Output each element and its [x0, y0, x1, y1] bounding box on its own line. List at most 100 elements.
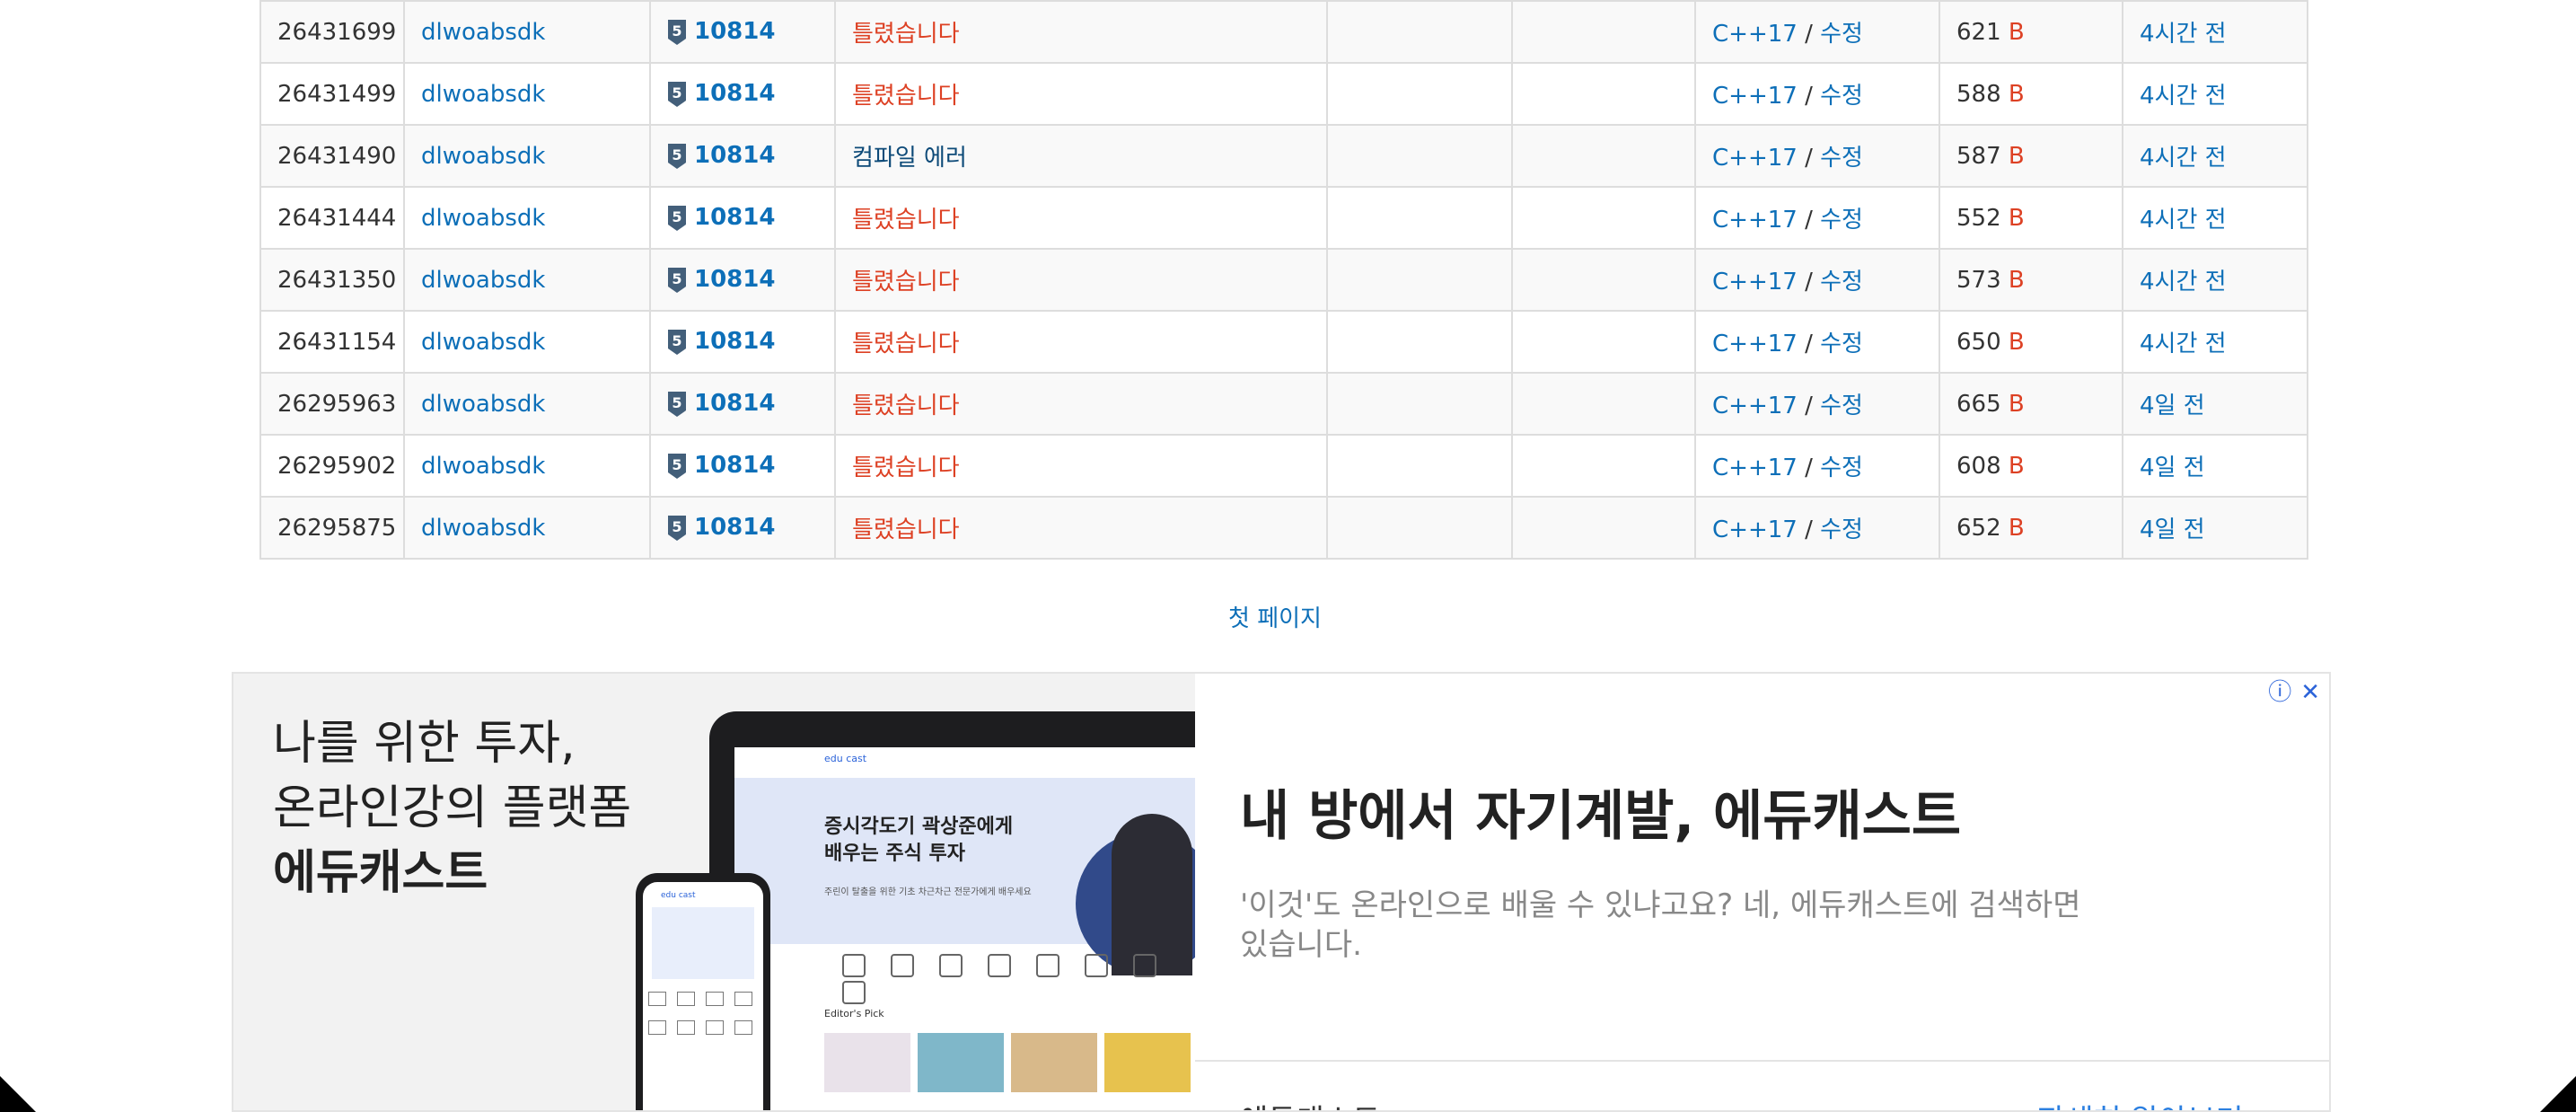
ad-title[interactable]: 내 방에서 자기계발, 에듀캐스트	[1240, 772, 1961, 851]
user-link[interactable]: dlwoabsdk	[421, 205, 545, 232]
submitted-time-link[interactable]: 4시간 전	[2140, 83, 2227, 110]
ad-image-headline: 나를 위한 투자, 온라인강의 플랫폼 에듀캐스트	[273, 711, 631, 905]
submission-id: 26295963	[259, 372, 405, 436]
tier-level: 5	[672, 518, 681, 535]
user-link[interactable]: dlwoabsdk	[421, 329, 545, 356]
user-link[interactable]: dlwoabsdk	[421, 515, 545, 542]
problem-link[interactable]: 10814	[694, 390, 775, 417]
window-corner	[0, 1076, 36, 1112]
laptop-mockup: edu cast 증시각도기 곽상준에게 배우는 주식 투자 주린이 탈출을 위…	[709, 711, 1195, 1110]
category-icon	[891, 954, 914, 977]
silver-tier-badge-icon: 5	[668, 205, 686, 231]
result-cell: 컴파일 에러	[834, 124, 1328, 188]
problem-cell: 5 10814	[649, 434, 836, 498]
user-link[interactable]: dlwoabsdk	[421, 81, 545, 108]
user-link[interactable]: dlwoabsdk	[421, 267, 545, 294]
language-link[interactable]: C++17	[1712, 331, 1798, 357]
ad-cta-link[interactable]: 자세히 알아보기 >	[2037, 1096, 2279, 1110]
phone-screen: edu cast	[643, 882, 763, 1110]
edit-link[interactable]: 수정	[1820, 331, 1863, 357]
table-row: 26431699 dlwoabsdk 5 10814 틀렸습니다 C++17 /…	[259, 0, 2308, 64]
user-link[interactable]: dlwoabsdk	[421, 453, 545, 480]
result-text: 틀렸습니다	[852, 331, 960, 357]
submitted-time-link[interactable]: 4시간 전	[2140, 21, 2227, 48]
category-icon	[734, 1020, 752, 1035]
language-link[interactable]: C++17	[1712, 83, 1798, 110]
course-card	[1104, 1033, 1191, 1092]
problem-link[interactable]: 10814	[694, 80, 775, 107]
tier-level: 5	[672, 394, 681, 411]
submission-rows: 26431699 dlwoabsdk 5 10814 틀렸습니다 C++17 /…	[259, 0, 2308, 560]
ad-banner[interactable]: 나를 위한 투자, 온라인강의 플랫폼 에듀캐스트 edu cast 증시각도기…	[232, 672, 2331, 1112]
table-row: 26295902 dlwoabsdk 5 10814 틀렸습니다 C++17 /…	[259, 434, 2308, 498]
submitted-time-link[interactable]: 4시간 전	[2140, 145, 2227, 172]
language-link[interactable]: C++17	[1712, 516, 1798, 543]
language-link[interactable]: C++17	[1712, 207, 1798, 234]
user-link[interactable]: dlwoabsdk	[421, 143, 545, 170]
problem-link[interactable]: 10814	[694, 452, 775, 479]
submitted-time-link[interactable]: 4시간 전	[2140, 269, 2227, 296]
separator: /	[1797, 393, 1821, 419]
edit-link[interactable]: 수정	[1820, 207, 1863, 234]
problem-cell: 5 10814	[649, 310, 836, 374]
time-cell	[1511, 248, 1696, 312]
hero-title-line: 배우는 주식 투자	[824, 843, 965, 865]
time-cell	[1511, 186, 1696, 250]
problem-link[interactable]: 10814	[694, 18, 775, 45]
problem-link[interactable]: 10814	[694, 266, 775, 293]
submission-id: 26431499	[259, 62, 405, 126]
info-icon[interactable]: ⓘ	[2268, 679, 2291, 706]
laptop-hero-sub: 주린이 탈출을 위한 기초 차근차근 전문가에게 배우세요	[824, 887, 1032, 897]
edit-link[interactable]: 수정	[1820, 21, 1863, 48]
ad-image-panel[interactable]: 나를 위한 투자, 온라인강의 플랫폼 에듀캐스트 edu cast 증시각도기…	[233, 674, 1195, 1110]
time-cell	[1511, 372, 1696, 436]
tier-level: 5	[672, 332, 681, 349]
problem-link[interactable]: 10814	[694, 142, 775, 169]
category-icon	[734, 992, 752, 1006]
user-cell: dlwoabsdk	[403, 186, 651, 250]
edit-link[interactable]: 수정	[1820, 269, 1863, 296]
problem-link[interactable]: 10814	[694, 328, 775, 355]
user-link[interactable]: dlwoabsdk	[421, 19, 545, 46]
table-row: 26295875 dlwoabsdk 5 10814 틀렸습니다 C++17 /…	[259, 496, 2308, 560]
category-icons	[842, 954, 1195, 1004]
ad-text-panel[interactable]: ⓘ ✕ 내 방에서 자기계발, 에듀캐스트 '이것'도 온라인으로 배울 수 있냐…	[1195, 674, 2329, 1110]
category-icon	[842, 954, 866, 977]
edit-link[interactable]: 수정	[1820, 455, 1863, 481]
edit-link[interactable]: 수정	[1820, 393, 1863, 419]
code-length: 652	[1956, 514, 2001, 542]
time-cell	[1511, 62, 1696, 126]
tier-level: 5	[672, 456, 681, 473]
problem-cell: 5 10814	[649, 372, 836, 436]
silver-tier-badge-icon: 5	[668, 267, 686, 293]
submitted-time-link[interactable]: 4시간 전	[2140, 207, 2227, 234]
tier-level: 5	[672, 270, 681, 287]
language-link[interactable]: C++17	[1712, 21, 1798, 48]
close-icon[interactable]: ✕	[2300, 679, 2320, 706]
edit-link[interactable]: 수정	[1820, 516, 1863, 543]
submitted-time-link[interactable]: 4일 전	[2140, 516, 2205, 543]
submitted-time-link[interactable]: 4시간 전	[2140, 331, 2227, 357]
language-link[interactable]: C++17	[1712, 455, 1798, 481]
first-page-link[interactable]: 첫 페이지	[1228, 605, 1322, 632]
submitted-time-link[interactable]: 4일 전	[2140, 393, 2205, 419]
submitted-cell: 4시간 전	[2122, 310, 2308, 374]
user-link[interactable]: dlwoabsdk	[421, 391, 545, 418]
problem-cell: 5 10814	[649, 248, 836, 312]
code-length-cell: 652 B	[1939, 496, 2123, 560]
language-link[interactable]: C++17	[1712, 393, 1798, 419]
problem-link[interactable]: 10814	[694, 514, 775, 541]
submitted-time-link[interactable]: 4일 전	[2140, 455, 2205, 481]
edit-link[interactable]: 수정	[1820, 83, 1863, 110]
language-link[interactable]: C++17	[1712, 145, 1798, 172]
separator: /	[1797, 331, 1821, 357]
editors-pick-cards	[824, 1033, 1195, 1096]
silver-tier-badge-icon: 5	[668, 143, 686, 169]
category-icon	[842, 981, 866, 1004]
edit-link[interactable]: 수정	[1820, 145, 1863, 172]
memory-cell	[1326, 248, 1513, 312]
problem-link[interactable]: 10814	[694, 204, 775, 231]
category-icon	[648, 992, 666, 1006]
language-link[interactable]: C++17	[1712, 269, 1798, 296]
category-icon	[1133, 954, 1156, 977]
